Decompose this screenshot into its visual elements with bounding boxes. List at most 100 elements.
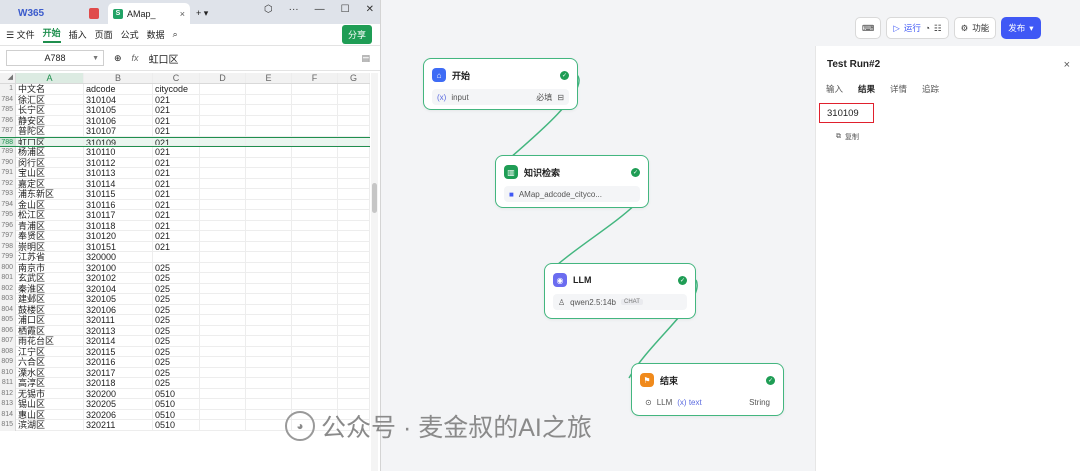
cell[interactable]: 310116 [84, 199, 153, 210]
cell[interactable]: 310117 [84, 210, 153, 221]
cell[interactable]: 南京市 [16, 262, 84, 273]
row-number[interactable]: 789 [0, 147, 16, 158]
cell[interactable]: 普陀区 [16, 126, 84, 137]
cell[interactable] [200, 346, 246, 357]
cell[interactable] [200, 105, 246, 116]
cell[interactable] [200, 262, 246, 273]
table-row[interactable]: 784 徐汇区 310104 021 [0, 94, 370, 105]
cell[interactable]: 025 [153, 357, 200, 368]
cell[interactable] [200, 252, 246, 263]
cell[interactable]: 无锡市 [16, 388, 84, 399]
cell[interactable] [292, 199, 338, 210]
row-number[interactable]: 807 [0, 336, 16, 347]
scrollbar-thumb[interactable] [372, 183, 377, 213]
table-row[interactable]: 801 玄武区 320102 025 [0, 273, 370, 284]
cell[interactable] [246, 157, 292, 168]
cell[interactable]: 025 [153, 273, 200, 284]
cell[interactable]: 320100 [84, 262, 153, 273]
row-number[interactable]: 792 [0, 178, 16, 189]
cell[interactable] [200, 294, 246, 305]
column-header[interactable]: B [84, 73, 153, 83]
table-row[interactable]: 788 虹口区 310109 021 [0, 136, 370, 147]
cell[interactable] [338, 137, 370, 146]
cell[interactable]: 310106 [84, 115, 153, 126]
cell[interactable]: 320000 [84, 252, 153, 263]
menu-formula[interactable]: 公式 [121, 28, 139, 41]
row-number[interactable]: 805 [0, 315, 16, 326]
cell[interactable] [292, 367, 338, 378]
cell[interactable] [246, 346, 292, 357]
row-number[interactable]: 785 [0, 105, 16, 116]
cell[interactable] [200, 199, 246, 210]
cell[interactable]: 025 [153, 262, 200, 273]
cell[interactable]: 320106 [84, 304, 153, 315]
table-row[interactable]: 804 鼓楼区 320106 025 [0, 304, 370, 315]
cell[interactable]: 021 [153, 189, 200, 200]
cell[interactable]: 溧水区 [16, 367, 84, 378]
cell[interactable] [292, 315, 338, 326]
tab-trace[interactable]: 追踪 [922, 83, 939, 95]
cell[interactable] [246, 367, 292, 378]
cell[interactable]: citycode [153, 84, 200, 95]
cell[interactable] [200, 283, 246, 294]
menu-page[interactable]: 页面 [95, 28, 113, 41]
row-number[interactable]: 806 [0, 325, 16, 336]
cell[interactable] [200, 168, 246, 179]
cell[interactable]: 310118 [84, 220, 153, 231]
row-number[interactable]: 797 [0, 231, 16, 242]
cell[interactable]: 320205 [84, 399, 153, 410]
cell[interactable]: 320200 [84, 388, 153, 399]
cube-icon[interactable]: ⬡ [264, 4, 273, 15]
cell[interactable]: 320117 [84, 367, 153, 378]
cell[interactable] [200, 178, 246, 189]
cell[interactable] [292, 357, 338, 368]
row-number[interactable]: 811 [0, 378, 16, 389]
cell[interactable]: 310107 [84, 126, 153, 137]
column-header[interactable]: D [200, 73, 246, 83]
cell[interactable] [338, 378, 370, 389]
cell[interactable] [246, 357, 292, 368]
cell[interactable]: 320118 [84, 378, 153, 389]
zoom-icon[interactable]: ⊕ [114, 53, 122, 64]
cell[interactable] [246, 189, 292, 200]
column-header[interactable]: G [338, 73, 370, 83]
cell[interactable]: 0510 [153, 399, 200, 410]
cell[interactable] [338, 147, 370, 158]
expand-formula-icon[interactable]: ▤ [361, 53, 370, 64]
cell[interactable] [200, 126, 246, 137]
cell[interactable]: 320105 [84, 294, 153, 305]
cell[interactable] [338, 126, 370, 137]
cell[interactable] [292, 94, 338, 105]
table-row[interactable]: 803 建邺区 320105 025 [0, 294, 370, 305]
cell[interactable]: 025 [153, 283, 200, 294]
cell[interactable]: 021 [153, 157, 200, 168]
cell[interactable] [292, 252, 338, 263]
cell[interactable] [292, 137, 338, 146]
table-row[interactable]: 802 秦淮区 320104 025 [0, 283, 370, 294]
search-icon[interactable]: ⌕ [173, 29, 178, 40]
table-row[interactable]: 787 普陀区 310107 021 [0, 126, 370, 137]
share-button[interactable]: 分享 [341, 25, 372, 44]
column-header[interactable]: E [246, 73, 292, 83]
cell[interactable] [292, 378, 338, 389]
cell[interactable] [246, 252, 292, 263]
cell[interactable] [246, 273, 292, 284]
cell[interactable]: 中文名 [16, 84, 84, 95]
row-number[interactable]: 814 [0, 409, 16, 420]
cell[interactable]: 021 [153, 178, 200, 189]
table-row[interactable]: 786 静安区 310106 021 [0, 115, 370, 126]
cell[interactable] [246, 115, 292, 126]
cell[interactable] [338, 115, 370, 126]
cell[interactable] [292, 388, 338, 399]
row-number[interactable]: 804 [0, 304, 16, 315]
cell[interactable] [292, 304, 338, 315]
cell[interactable]: 滨湖区 [16, 420, 84, 431]
corner-cell[interactable]: ◢ [0, 73, 16, 83]
cell[interactable]: 虹口区 [16, 137, 84, 146]
row-number[interactable]: 791 [0, 168, 16, 179]
table-row[interactable]: 795 松江区 310117 021 [0, 210, 370, 221]
cell[interactable] [246, 388, 292, 399]
table-row[interactable]: 791 宝山区 310113 021 [0, 168, 370, 179]
cell[interactable] [338, 189, 370, 200]
cell[interactable] [246, 178, 292, 189]
